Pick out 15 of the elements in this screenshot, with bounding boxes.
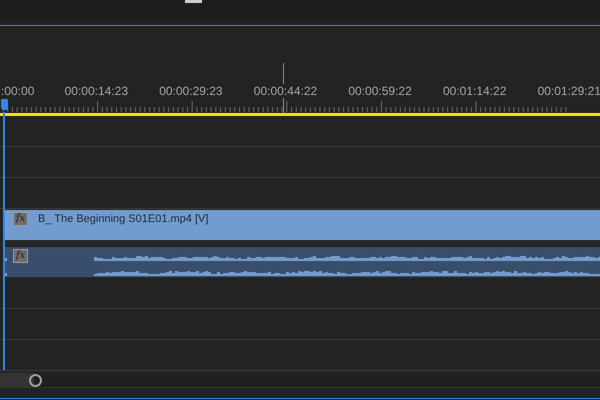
timecode-label: 00:00:29:23 <box>159 84 223 98</box>
audio-clip[interactable]: fx <box>4 247 600 277</box>
timecode-label: 00:00:59:22 <box>348 84 412 98</box>
zoom-handle[interactable] <box>29 374 42 387</box>
timecode-label: 00:00:14:23 <box>64 84 128 98</box>
timecode-label: :00:00 <box>1 84 34 98</box>
fx-badge[interactable]: fx <box>13 249 28 263</box>
panel-handle[interactable] <box>184 0 202 3</box>
timecode-label: 00:01:29:21 <box>538 84 600 98</box>
clip-name: B_ The Beginning S01E01.mp4 [V] <box>38 213 208 225</box>
timecode-label: 00:00:44:22 <box>254 84 318 98</box>
video-clip[interactable]: fx B_ The Beginning S01E01.mp4 [V] <box>4 210 600 240</box>
timecode-label: 00:01:14:22 <box>442 84 506 98</box>
playhead-handle[interactable] <box>1 99 8 110</box>
fx-badge[interactable]: fx <box>13 212 28 226</box>
